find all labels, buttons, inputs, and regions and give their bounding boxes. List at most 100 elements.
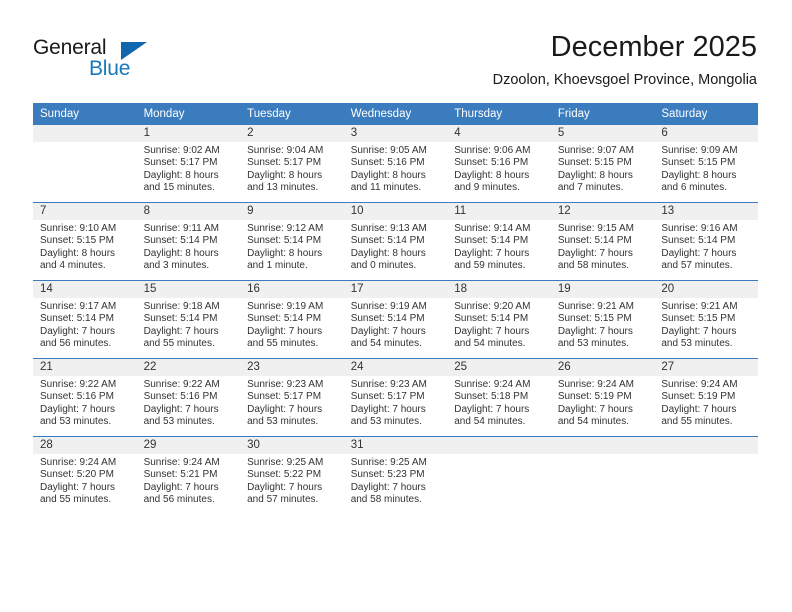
- day-number: 30: [240, 437, 344, 454]
- calendar-day-cell[interactable]: 8 Sunrise: 9:11 AM Sunset: 5:14 PM Daylight…: [136, 202, 241, 281]
- day-cell-inner: 20 Sunrise: 9:21 AM Sunset: 5:15 PM Dayligh…: [654, 281, 758, 358]
- day-cell-inner: 30 Sunrise: 9:25 AM Sunset: 5:22 PM Dayligh…: [240, 437, 344, 514]
- day-number: 2: [240, 125, 344, 142]
- sunset-text: Sunset: 5:15 PM: [557, 313, 632, 325]
- calendar-day-cell[interactable]: 19 Sunrise: 9:21 AM Sunset: 5:15 PM Dayligh…: [550, 280, 655, 359]
- day-number: [447, 437, 551, 454]
- daylight-text-line2: and 4 minutes.: [40, 260, 106, 272]
- daylight-text-line1: Daylight: 7 hours: [350, 403, 426, 415]
- sunset-text: Sunset: 5:14 PM: [143, 235, 218, 247]
- calendar-day-cell[interactable]: 9 Sunrise: 9:12 AM Sunset: 5:14 PM Daylight…: [240, 202, 344, 281]
- day-cell-inner: 11 Sunrise: 9:14 AM Sunset: 5:14 PM Dayligh…: [447, 203, 551, 280]
- sunset-text: Sunset: 5:15 PM: [557, 157, 632, 169]
- day-number: [33, 125, 137, 142]
- calendar-cell-empty: [654, 436, 758, 514]
- day-cell-body: Sunrise: 9:20 AM Sunset: 5:14 PM Daylight:…: [447, 298, 551, 351]
- calendar-day-cell[interactable]: 28 Sunrise: 9:24 AM Sunset: 5:20 PM Dayligh…: [33, 436, 137, 514]
- calendar-day-cell[interactable]: 10 Sunrise: 9:13 AM Sunset: 5:14 PM Dayligh…: [343, 202, 448, 281]
- day-number: 23: [240, 359, 344, 376]
- sunrise-text: Sunrise: 9:21 AM: [661, 301, 738, 312]
- daylight-text-line1: Daylight: 8 hours: [143, 169, 219, 181]
- daylight-text-line2: and 53 minutes.: [40, 416, 112, 428]
- sunrise-text: Sunrise: 9:16 AM: [661, 223, 738, 234]
- calendar-day-cell[interactable]: 27 Sunrise: 9:24 AM Sunset: 5:19 PM Dayligh…: [654, 358, 758, 437]
- weekday-header-friday: Friday: [550, 103, 655, 125]
- calendar-day-cell[interactable]: 24 Sunrise: 9:23 AM Sunset: 5:17 PM Dayligh…: [343, 358, 448, 437]
- daylight-text-line1: Daylight: 7 hours: [661, 325, 737, 337]
- sunrise-text: Sunrise: 9:06 AM: [454, 145, 531, 156]
- calendar-day-cell[interactable]: 15 Sunrise: 9:18 AM Sunset: 5:14 PM Dayligh…: [136, 280, 241, 359]
- sunset-text: Sunset: 5:17 PM: [247, 391, 322, 403]
- day-number: 24: [343, 359, 448, 376]
- calendar-day-cell[interactable]: 14 Sunrise: 9:17 AM Sunset: 5:14 PM Dayligh…: [33, 280, 137, 359]
- calendar-day-cell[interactable]: 7 Sunrise: 9:10 AM Sunset: 5:15 PM Daylight…: [33, 202, 137, 281]
- calendar-day-cell[interactable]: 26 Sunrise: 9:24 AM Sunset: 5:19 PM Dayligh…: [550, 358, 655, 437]
- day-number: 20: [654, 281, 758, 298]
- day-cell-body: [551, 454, 655, 457]
- calendar-day-cell[interactable]: 21 Sunrise: 9:22 AM Sunset: 5:16 PM Dayligh…: [33, 358, 137, 437]
- day-cell-inner: 14 Sunrise: 9:17 AM Sunset: 5:14 PM Dayligh…: [33, 281, 137, 358]
- daylight-text-line2: and 54 minutes.: [454, 416, 526, 428]
- page-subtitle: Dzoolon, Khoevsgoel Province, Mongolia: [492, 72, 757, 88]
- calendar-day-cell[interactable]: 12 Sunrise: 9:15 AM Sunset: 5:14 PM Dayligh…: [550, 202, 655, 281]
- sunrise-text: Sunrise: 9:12 AM: [247, 223, 324, 234]
- day-cell-body: Sunrise: 9:02 AM Sunset: 5:17 PM Daylight:…: [137, 142, 241, 195]
- weekday-header-sunday: Sunday: [33, 103, 137, 125]
- calendar-day-cell[interactable]: 30 Sunrise: 9:25 AM Sunset: 5:22 PM Dayligh…: [240, 436, 344, 514]
- calendar-cell-empty: [447, 436, 551, 514]
- day-cell-inner: 6 Sunrise: 9:09 AM Sunset: 5:15 PM Daylight…: [654, 125, 758, 202]
- calendar-day-cell[interactable]: 23 Sunrise: 9:23 AM Sunset: 5:17 PM Dayligh…: [240, 358, 344, 437]
- daylight-text-line2: and 6 minutes.: [661, 182, 727, 194]
- sunrise-text: Sunrise: 9:11 AM: [143, 223, 219, 234]
- sunset-text: Sunset: 5:14 PM: [350, 313, 425, 325]
- calendar-day-cell[interactable]: 31 Sunrise: 9:25 AM Sunset: 5:23 PM Dayligh…: [343, 436, 448, 514]
- sunset-text: Sunset: 5:16 PM: [454, 157, 529, 169]
- sunset-text: Sunset: 5:16 PM: [40, 391, 114, 403]
- calendar-day-cell[interactable]: 4 Sunrise: 9:06 AM Sunset: 5:16 PM Daylight…: [447, 125, 551, 203]
- calendar-day-cell[interactable]: 22 Sunrise: 9:22 AM Sunset: 5:16 PM Dayligh…: [136, 358, 241, 437]
- daylight-text-line2: and 56 minutes.: [143, 494, 215, 506]
- calendar-day-cell[interactable]: 25 Sunrise: 9:24 AM Sunset: 5:18 PM Dayligh…: [447, 358, 551, 437]
- day-number: 11: [447, 203, 551, 220]
- calendar-day-cell[interactable]: 20 Sunrise: 9:21 AM Sunset: 5:15 PM Dayligh…: [654, 280, 758, 359]
- daylight-text-line2: and 58 minutes.: [557, 260, 629, 272]
- calendar-day-cell[interactable]: 2 Sunrise: 9:04 AM Sunset: 5:17 PM Daylight…: [240, 125, 344, 203]
- daylight-text-line1: Daylight: 7 hours: [247, 481, 323, 493]
- daylight-text-line1: Daylight: 7 hours: [143, 403, 219, 415]
- calendar-day-cell[interactable]: 1 Sunrise: 9:02 AM Sunset: 5:17 PM Daylight…: [136, 125, 241, 203]
- daylight-text-line2: and 57 minutes.: [661, 260, 733, 272]
- calendar-day-cell[interactable]: 16 Sunrise: 9:19 AM Sunset: 5:14 PM Dayligh…: [240, 280, 344, 359]
- sunrise-text: Sunrise: 9:19 AM: [350, 301, 427, 312]
- daylight-text-line1: Daylight: 7 hours: [40, 403, 116, 415]
- sunset-text: Sunset: 5:20 PM: [40, 469, 114, 481]
- day-number: 9: [240, 203, 344, 220]
- daylight-text-line1: Daylight: 7 hours: [40, 325, 116, 337]
- calendar-grid: Sunday Monday Tuesday Wednesday Thursday…: [33, 103, 758, 514]
- daylight-text-line1: Daylight: 7 hours: [557, 325, 633, 337]
- daylight-text-line1: Daylight: 8 hours: [40, 247, 116, 259]
- sunset-text: Sunset: 5:18 PM: [454, 391, 529, 403]
- calendar-day-cell[interactable]: 18 Sunrise: 9:20 AM Sunset: 5:14 PM Dayligh…: [447, 280, 551, 359]
- day-number: 25: [447, 359, 551, 376]
- weekday-header-tuesday: Tuesday: [240, 103, 344, 125]
- day-cell-body: Sunrise: 9:19 AM Sunset: 5:14 PM Daylight:…: [240, 298, 344, 351]
- daylight-text-line2: and 54 minutes.: [454, 338, 526, 350]
- sunrise-text: Sunrise: 9:22 AM: [40, 379, 117, 390]
- daylight-text-line1: Daylight: 7 hours: [247, 403, 323, 415]
- day-cell-inner: 21 Sunrise: 9:22 AM Sunset: 5:16 PM Dayligh…: [33, 359, 137, 436]
- calendar-day-cell[interactable]: 29 Sunrise: 9:24 AM Sunset: 5:21 PM Dayligh…: [136, 436, 241, 514]
- calendar-day-cell[interactable]: 17 Sunrise: 9:19 AM Sunset: 5:14 PM Dayligh…: [343, 280, 448, 359]
- daylight-text-line2: and 55 minutes.: [247, 338, 319, 350]
- calendar-day-cell[interactable]: 5 Sunrise: 9:07 AM Sunset: 5:15 PM Daylight…: [550, 125, 655, 203]
- day-number: 16: [240, 281, 344, 298]
- calendar-week-row: 7 Sunrise: 9:10 AM Sunset: 5:15 PM Daylight…: [33, 202, 758, 281]
- calendar-day-cell[interactable]: 11 Sunrise: 9:14 AM Sunset: 5:14 PM Dayligh…: [447, 202, 551, 281]
- sunset-text: Sunset: 5:14 PM: [454, 313, 529, 325]
- day-cell-body: [33, 142, 137, 145]
- calendar-day-cell[interactable]: 13 Sunrise: 9:16 AM Sunset: 5:14 PM Dayligh…: [654, 202, 758, 281]
- day-cell-inner: 26 Sunrise: 9:24 AM Sunset: 5:19 PM Dayligh…: [550, 359, 655, 436]
- calendar-day-cell[interactable]: 6 Sunrise: 9:09 AM Sunset: 5:15 PM Daylight…: [654, 125, 758, 203]
- sunrise-text: Sunrise: 9:04 AM: [247, 145, 324, 156]
- calendar-day-cell[interactable]: 3 Sunrise: 9:05 AM Sunset: 5:16 PM Daylight…: [343, 125, 448, 203]
- day-cell-inner: 3 Sunrise: 9:05 AM Sunset: 5:16 PM Daylight…: [343, 125, 448, 202]
